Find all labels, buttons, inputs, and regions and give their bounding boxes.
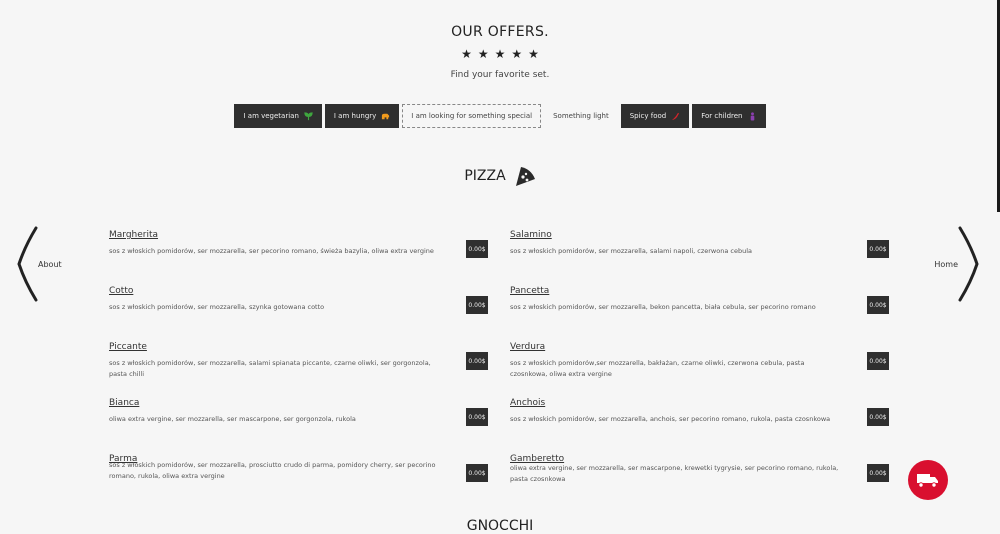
- item-description: sos z włoskich pomidorów, ser mozzarella…: [510, 247, 752, 255]
- filter-label: I am hungry: [333, 112, 377, 120]
- star-icon: ★: [461, 47, 472, 61]
- section-heading: PIZZA: [0, 165, 1000, 187]
- child-icon: [750, 111, 754, 121]
- item-price-button[interactable]: 0.00$: [867, 408, 889, 426]
- filter-special-button[interactable]: I am looking for something special: [402, 104, 542, 128]
- menu-item: Parma sos z włoskich pomidorów, ser mozz…: [109, 446, 488, 502]
- item-description: sos z włoskich pomidorów, ser mozzarella…: [109, 303, 325, 311]
- menu-item: Bianca oliwa extra vergine, ser mozzarel…: [109, 390, 488, 446]
- item-description: sos z włoskich pomidorów,ser mozzarella,…: [510, 359, 805, 378]
- filter-label: I am vegetarian: [243, 112, 299, 120]
- menu-item: Salamino sos z włoskich pomidorów, ser m…: [510, 222, 889, 278]
- item-price-button[interactable]: 0.00$: [466, 296, 488, 314]
- menu-item: Gamberetto oliwa extra vergine, ser mozz…: [510, 446, 889, 502]
- item-price-button[interactable]: 0.00$: [867, 464, 889, 482]
- star-icon: ★: [494, 47, 506, 61]
- item-price-button[interactable]: 0.00$: [466, 464, 488, 482]
- menu-item: Anchois sos z włoskich pomidorów, ser mo…: [510, 390, 889, 446]
- prev-page-nav[interactable]: About: [16, 226, 62, 302]
- filter-label: Something light: [553, 112, 609, 120]
- filter-bar: I am vegetarian I am hungry I am looking…: [0, 104, 1000, 128]
- star-icon: ★: [528, 47, 539, 61]
- item-name-link[interactable]: Pancetta: [510, 286, 549, 296]
- filter-light-button[interactable]: Something light: [544, 104, 618, 128]
- menu-row: Piccante sos z włoskich pomidorów, ser m…: [109, 334, 889, 390]
- item-description: sos z włoskich pomidorów, ser mozzarella…: [510, 303, 816, 311]
- chevron-right-icon: [958, 226, 979, 302]
- item-price-button[interactable]: 0.00$: [867, 240, 889, 258]
- star-icon: ★: [477, 47, 489, 61]
- item-description: sos z włoskich pomidorów, ser mozzarella…: [109, 461, 436, 480]
- menu-row: Margherita sos z włoskich pomidorów, ser…: [109, 222, 889, 278]
- item-price-button[interactable]: 0.00$: [867, 352, 889, 370]
- star-icon: ★: [511, 47, 523, 61]
- chili-icon: [672, 112, 680, 120]
- item-name-link[interactable]: Bianca: [109, 398, 139, 408]
- pizza-menu: Margherita sos z włoskich pomidorów, ser…: [109, 222, 889, 502]
- filter-children-button[interactable]: For children: [692, 104, 766, 128]
- filter-vegetarian-button[interactable]: I am vegetarian: [234, 104, 322, 128]
- chevron-left-icon: [17, 226, 38, 302]
- menu-row: Bianca oliwa extra vergine, ser mozzarel…: [109, 390, 889, 446]
- filter-label: For children: [701, 112, 743, 120]
- menu-item: Piccante sos z włoskich pomidorów, ser m…: [109, 334, 488, 390]
- pizza-slice-icon: [515, 167, 535, 186]
- rating-stars: ★ ★ ★ ★ ★: [0, 48, 1000, 60]
- page-title: OUR OFFERS.: [451, 24, 549, 40]
- filter-label: Spicy food: [629, 112, 667, 120]
- item-name-link[interactable]: Anchois: [510, 398, 545, 408]
- prev-page-label[interactable]: About: [38, 260, 62, 269]
- item-description: oliwa extra vergine, ser mozzarella, ser…: [109, 415, 356, 423]
- menu-row: Parma sos z włoskich pomidorów, ser mozz…: [109, 446, 889, 502]
- item-price-button[interactable]: 0.00$: [466, 240, 488, 258]
- delivery-truck-icon: [917, 474, 938, 488]
- item-description: oliwa extra vergine, ser mozzarella, ser…: [510, 464, 839, 483]
- menu-item: Margherita sos z włoskich pomidorów, ser…: [109, 222, 488, 278]
- next-section-title: GNOCCHI: [466, 518, 534, 534]
- bear-icon: [382, 113, 390, 119]
- next-page-label[interactable]: Home: [934, 260, 958, 269]
- offers-header: OUR OFFERS. ★ ★ ★ ★ ★ Find your favorite…: [0, 24, 1000, 80]
- item-description: sos z włoskich pomidorów, ser mozzarella…: [109, 247, 434, 255]
- item-name-link[interactable]: Cotto: [109, 286, 133, 296]
- menu-item: Verdura sos z włoskich pomidorów,ser moz…: [510, 334, 889, 390]
- item-price-button[interactable]: 0.00$: [867, 296, 889, 314]
- next-page-nav[interactable]: Home: [934, 226, 980, 302]
- item-name-link[interactable]: Salamino: [510, 230, 552, 240]
- section-title: PIZZA: [464, 168, 506, 184]
- item-name-link[interactable]: Margherita: [109, 230, 158, 240]
- leaf-icon: [304, 111, 313, 120]
- item-description: sos z włoskich pomidorów, ser mozzarella…: [510, 415, 831, 423]
- item-price-button[interactable]: 0.00$: [466, 352, 488, 370]
- item-name-link[interactable]: Verdura: [510, 342, 545, 352]
- page-subtitle: Find your favorite set.: [450, 70, 550, 80]
- menu-item: Pancetta sos z włoskich pomidorów, ser m…: [510, 278, 889, 334]
- filter-spicy-button[interactable]: Spicy food: [620, 104, 690, 128]
- menu-row: Cotto sos z włoskich pomidorów, ser mozz…: [109, 278, 889, 334]
- item-name-link[interactable]: Piccante: [109, 342, 147, 352]
- delivery-button[interactable]: [908, 460, 948, 500]
- item-description: sos z włoskich pomidorów, ser mozzarella…: [109, 359, 431, 378]
- menu-item: Cotto sos z włoskich pomidorów, ser mozz…: [109, 278, 488, 334]
- filter-hungry-button[interactable]: I am hungry: [324, 104, 400, 128]
- item-price-button[interactable]: 0.00$: [466, 408, 488, 426]
- filter-label: I am looking for something special: [411, 112, 533, 120]
